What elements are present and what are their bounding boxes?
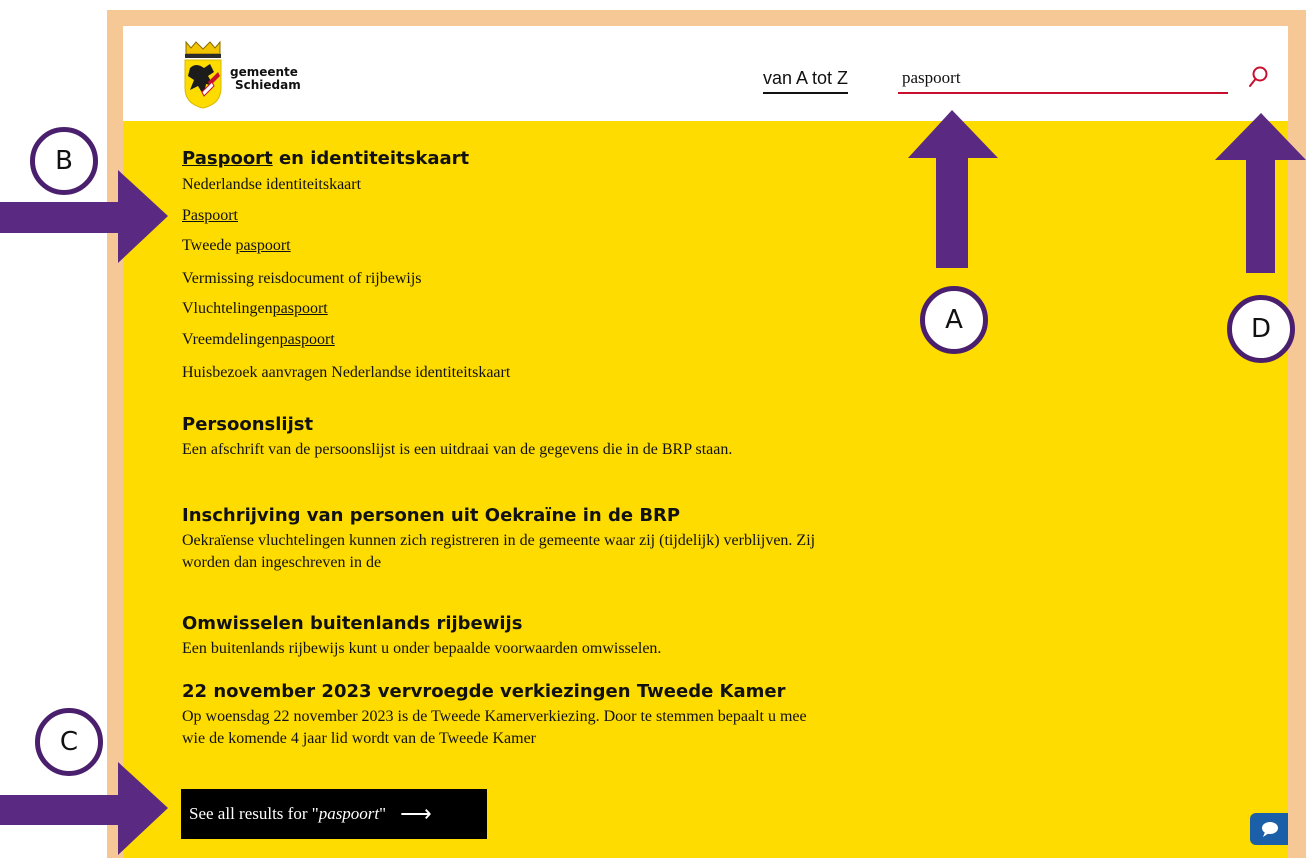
- link-text: Tweede: [182, 237, 236, 254]
- title-rest: en identiteitskaart: [272, 148, 470, 169]
- result-link-tweede-paspoort[interactable]: Tweede paspoort: [182, 237, 291, 255]
- marker-b: B: [30, 127, 98, 195]
- chat-bubble-icon: [1262, 822, 1278, 837]
- link-text: Vermissing reisdocument of rijbewijs: [182, 270, 422, 287]
- link-highlight: Paspoort: [182, 207, 238, 224]
- search-button[interactable]: [1248, 65, 1270, 89]
- link-text: Vreemdelingen: [182, 331, 280, 348]
- all-results-suffix: ": [379, 804, 387, 823]
- search-icon: [1249, 66, 1268, 87]
- result-title[interactable]: 22 november 2023 vervroegde verkiezingen…: [182, 681, 785, 702]
- search-page: gemeente Schiedam van A tot Z Paspoort e…: [123, 26, 1288, 858]
- all-results-term: paspoort: [318, 804, 380, 823]
- search-input[interactable]: [898, 64, 1228, 94]
- result-title[interactable]: Inschrijving van personen uit Oekraïne i…: [182, 505, 680, 526]
- link-highlight: paspoort: [279, 331, 335, 348]
- result-link-paspoort[interactable]: Paspoort: [182, 207, 238, 225]
- site-header: gemeente Schiedam van A tot Z: [123, 26, 1288, 121]
- result-link-vluchtelingenpaspoort[interactable]: Vluchtelingenpaspoort: [182, 300, 328, 318]
- site-logo[interactable]: gemeente Schiedam: [180, 38, 320, 110]
- a-to-z-link[interactable]: van A tot Z: [763, 68, 849, 94]
- logo-line-2: Schiedam: [235, 78, 301, 92]
- result-link-vreemdelingenpaspoort[interactable]: Vreemdelingenpaspoort: [182, 331, 335, 349]
- result-description: Een afschrift van de persoonslijst is ee…: [182, 441, 733, 458]
- result-link-vermissing[interactable]: Vermissing reisdocument of rijbewijs: [182, 270, 422, 288]
- chat-button[interactable]: [1250, 813, 1288, 845]
- link-text: Nederlandse identiteitskaart: [182, 176, 362, 193]
- result-description: Oekraïense vluchtelingen kunnen zich reg…: [182, 532, 816, 571]
- link-text: Huisbezoek aanvragen Nederlandse identit…: [182, 364, 511, 381]
- result-title-paspoort[interactable]: Paspoort en identiteitskaart: [182, 148, 469, 169]
- result-link-huisbezoek[interactable]: Huisbezoek aanvragen Nederlandse identit…: [182, 364, 510, 382]
- schiedam-coat-of-arms-icon: [184, 40, 222, 109]
- all-results-prefix: See all results for ": [189, 804, 319, 823]
- result-description: Een buitenlands rijbewijs kunt u onder b…: [182, 640, 662, 657]
- arrow-right-icon: ⟶: [400, 801, 432, 826]
- result-description: Op woensdag 22 november 2023 is de Tweed…: [182, 708, 807, 747]
- title-highlight: Paspoort: [182, 148, 273, 169]
- see-all-results-button[interactable]: See all results for "paspoort" ⟶: [181, 789, 487, 839]
- result-title[interactable]: Persoonslijst: [182, 414, 313, 435]
- marker-c: C: [35, 708, 103, 776]
- link-highlight: paspoort: [272, 300, 328, 317]
- link-text: Vluchtelingen: [182, 300, 273, 317]
- result-link-identiteitskaart[interactable]: Nederlandse identiteitskaart: [182, 176, 361, 194]
- marker-d: D: [1227, 295, 1295, 363]
- marker-a: A: [920, 286, 988, 354]
- result-title[interactable]: Omwisselen buitenlands rijbewijs: [182, 613, 522, 634]
- logo-wordmark: gemeente Schiedam: [230, 66, 301, 92]
- link-highlight: paspoort: [235, 237, 291, 254]
